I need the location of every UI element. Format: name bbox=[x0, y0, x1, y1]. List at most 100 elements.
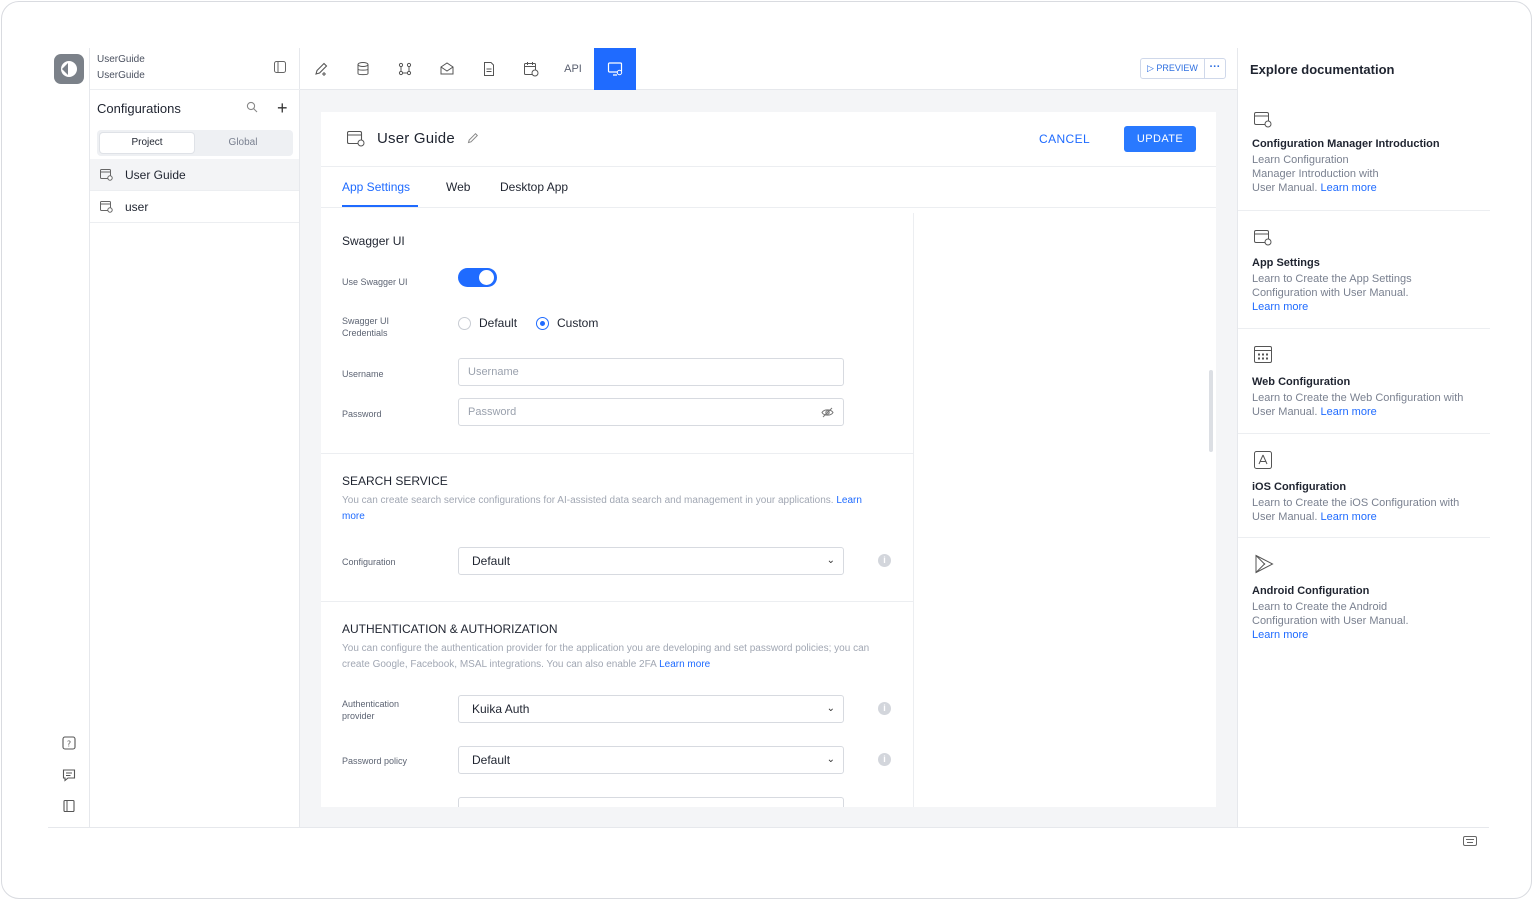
doc-desc-text: Learn to Create the Android Configuratio… bbox=[1252, 601, 1409, 627]
app-window: ? UserGuide UserGuide Configurations + P… bbox=[1, 1, 1532, 899]
edit-name-icon[interactable] bbox=[467, 132, 479, 144]
eye-off-icon[interactable] bbox=[821, 407, 834, 418]
keyboard-icon[interactable] bbox=[1463, 836, 1477, 846]
doc-learn-more-link[interactable]: Learn more bbox=[1252, 629, 1308, 641]
search-desc-text: You can create search service configurat… bbox=[342, 495, 834, 506]
calendar-clock-icon bbox=[524, 62, 539, 77]
configurations-header: Configurations + bbox=[90, 89, 300, 125]
cancel-button[interactable]: CANCEL bbox=[1039, 126, 1090, 152]
auth-learn-more-link[interactable]: Learn more bbox=[659, 659, 710, 670]
search-configuration-value: Default bbox=[472, 554, 511, 568]
segment-project[interactable]: Project bbox=[100, 133, 194, 153]
doc-description: Learn to Create the App Settings Configu… bbox=[1252, 272, 1432, 314]
auth-provider-label: Authentication provider bbox=[342, 699, 400, 721]
toolbar-messages-button[interactable] bbox=[426, 48, 468, 90]
auth-provider-select[interactable]: Kuika Auth ⌄ bbox=[458, 695, 844, 723]
tab-desktop-app[interactable]: Desktop App bbox=[500, 180, 568, 194]
auth-provider-value: Kuika Auth bbox=[472, 702, 530, 716]
credentials-custom-radio[interactable] bbox=[536, 317, 549, 330]
toolbar-api-button[interactable]: API bbox=[552, 48, 594, 90]
search-icon[interactable] bbox=[246, 101, 258, 113]
configurations-title: Configurations bbox=[97, 101, 181, 116]
active-tab-indicator bbox=[342, 205, 418, 207]
config-window-icon bbox=[347, 131, 365, 147]
doc-description: Learn to Create the iOS Configuration wi… bbox=[1252, 496, 1477, 524]
section-divider bbox=[321, 601, 914, 602]
search-configuration-label: Configuration bbox=[342, 557, 396, 567]
left-rail: ? bbox=[48, 48, 90, 827]
toolbar-scheduler-button[interactable] bbox=[510, 48, 552, 90]
doc-learn-more-link[interactable]: Learn more bbox=[1320, 406, 1376, 418]
config-window-icon bbox=[1254, 230, 1272, 246]
database-icon bbox=[357, 62, 369, 76]
auth-desc-text: You can configure the authentication pro… bbox=[342, 643, 870, 670]
doc-card-android[interactable]: Android Configuration Learn to Create th… bbox=[1238, 538, 1490, 656]
doc-learn-more-link[interactable]: Learn more bbox=[1252, 301, 1308, 313]
info-icon[interactable]: i bbox=[878, 702, 891, 715]
password-policy-label: Password policy bbox=[342, 756, 408, 766]
section-divider bbox=[321, 453, 914, 454]
doc-learn-more-link[interactable]: Learn more bbox=[1320, 511, 1376, 523]
config-item-label: user bbox=[125, 200, 149, 214]
doc-description: Learn to Create the Web Configuration wi… bbox=[1252, 391, 1477, 419]
bottom-divider bbox=[48, 827, 1489, 828]
config-item-user-guide[interactable]: User Guide bbox=[90, 159, 299, 191]
info-icon[interactable]: i bbox=[878, 554, 891, 567]
info-icon[interactable]: i bbox=[878, 753, 891, 766]
book-icon[interactable] bbox=[62, 799, 76, 813]
tab-app-settings[interactable]: App Settings bbox=[342, 180, 410, 194]
doc-card-app-settings[interactable]: App Settings Learn to Create the App Set… bbox=[1238, 211, 1490, 329]
tab-web[interactable]: Web bbox=[446, 180, 470, 194]
password-policy-value: Default bbox=[472, 753, 511, 767]
doc-learn-more-link[interactable]: Learn more bbox=[1320, 182, 1376, 194]
toolbar-workflow-button[interactable] bbox=[384, 48, 426, 90]
doc-card-ios[interactable]: iOS Configuration Learn to Create the iO… bbox=[1238, 434, 1490, 538]
editor-title: User Guide bbox=[377, 130, 455, 147]
search-configuration-select[interactable]: Default ⌄ bbox=[458, 547, 844, 575]
doc-desc-text: Learn to Create the App Settings Configu… bbox=[1252, 273, 1412, 299]
credentials-custom-label: Custom bbox=[557, 316, 599, 330]
doc-title: Configuration Manager Introduction bbox=[1252, 138, 1440, 150]
swagger-section-title: Swagger UI bbox=[342, 234, 405, 248]
add-configuration-button[interactable]: + bbox=[277, 98, 288, 119]
app-logo[interactable] bbox=[54, 54, 84, 84]
update-button[interactable]: UPDATE bbox=[1124, 126, 1196, 152]
partial-select[interactable] bbox=[458, 797, 844, 807]
web-grid-icon bbox=[1254, 346, 1272, 363]
toolbar-configuration-button[interactable] bbox=[594, 48, 636, 90]
scrollbar[interactable] bbox=[1209, 370, 1213, 452]
config-item-user[interactable]: user bbox=[90, 191, 299, 223]
configurations-sidebar: UserGuide UserGuide Configurations + Pro… bbox=[90, 48, 300, 827]
password-input[interactable]: Password bbox=[458, 398, 844, 426]
credentials-default-radio[interactable] bbox=[458, 317, 471, 330]
segment-global[interactable]: Global bbox=[196, 133, 290, 153]
username-input[interactable]: Username bbox=[458, 358, 844, 386]
doc-card-config-manager[interactable]: Configuration Manager Introduction Learn… bbox=[1238, 91, 1490, 211]
toolbar-ui-design-button[interactable] bbox=[300, 48, 342, 90]
password-placeholder: Password bbox=[468, 406, 517, 418]
monitor-settings-icon bbox=[607, 62, 623, 76]
scope-segmented-control: Project Global bbox=[97, 130, 293, 156]
documentation-panel: Explore documentation Configuration Mana… bbox=[1237, 48, 1490, 827]
doc-card-web[interactable]: Web Configuration Learn to Create the We… bbox=[1238, 329, 1490, 434]
toolbar-data-button[interactable] bbox=[342, 48, 384, 90]
top-toolbar: API ▷ PREVIEW ··· bbox=[300, 48, 1237, 90]
collapse-sidebar-icon[interactable] bbox=[274, 61, 286, 73]
help-icon[interactable]: ? bbox=[62, 736, 76, 750]
more-options-button[interactable]: ··· bbox=[1205, 59, 1225, 78]
username-label: Username bbox=[342, 369, 384, 379]
config-item-label: User Guide bbox=[125, 168, 186, 182]
workflow-icon bbox=[398, 62, 412, 76]
toolbar-reports-button[interactable] bbox=[468, 48, 510, 90]
config-window-icon bbox=[100, 169, 113, 181]
doc-description: Learn Configuration Manager Introduction… bbox=[1252, 153, 1382, 195]
project-subname: UserGuide bbox=[97, 70, 145, 81]
password-policy-select[interactable]: Default ⌄ bbox=[458, 746, 844, 774]
doc-description: Learn to Create the Android Configuratio… bbox=[1252, 600, 1432, 642]
doc-title: iOS Configuration bbox=[1252, 481, 1347, 493]
preview-button[interactable]: ▷ PREVIEW bbox=[1141, 59, 1205, 78]
configuration-editor: User Guide CANCEL UPDATE App Settings We… bbox=[321, 112, 1216, 807]
chat-icon[interactable] bbox=[62, 768, 76, 782]
use-swagger-toggle[interactable] bbox=[458, 268, 497, 287]
play-store-icon bbox=[1255, 554, 1274, 574]
